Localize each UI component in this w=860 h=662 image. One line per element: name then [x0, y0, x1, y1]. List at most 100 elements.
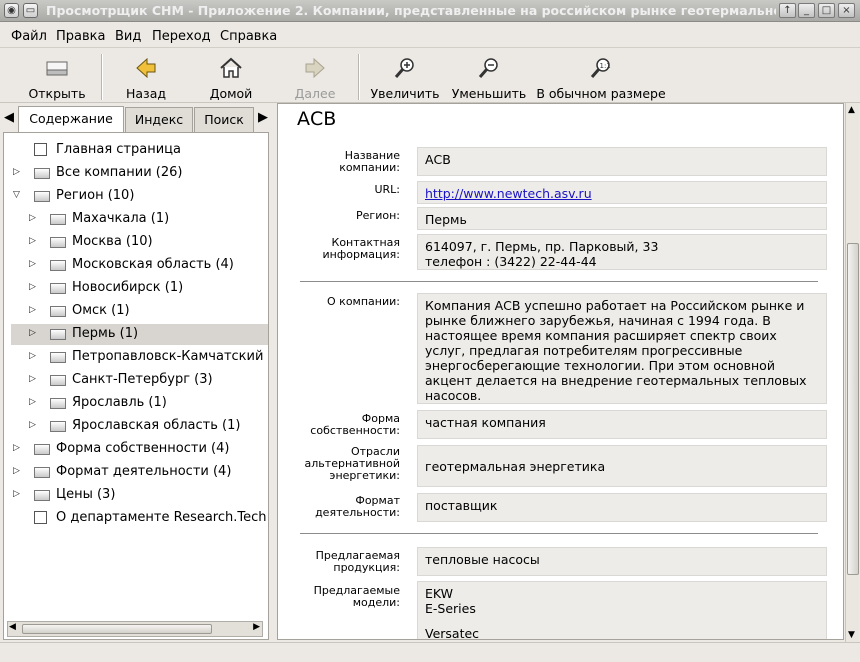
book-icon: [34, 191, 50, 202]
help-icon[interactable]: ↑: [779, 3, 796, 18]
tree-item-label: Махачкала (1): [72, 211, 170, 226]
scroll-down-icon[interactable]: ▼: [848, 630, 855, 640]
tree-item-label: Москва (10): [72, 234, 153, 249]
zoom-in-button[interactable]: Увеличить: [368, 54, 442, 101]
toolbar: Открыть Назад Домой Далее Увеличить Умен…: [0, 50, 860, 103]
about-label: О компании:: [327, 295, 400, 308]
tree-item[interactable]: ▷ Цены (3): [4, 485, 254, 506]
expand-arrow-icon[interactable]: ▷: [29, 236, 36, 246]
expand-arrow-icon[interactable]: ▷: [13, 167, 20, 177]
tab-index[interactable]: Индекс: [125, 107, 193, 132]
expand-arrow-icon[interactable]: ▷: [29, 328, 36, 338]
pane-splitter[interactable]: [270, 106, 276, 642]
close-icon[interactable]: ×: [838, 3, 855, 18]
tree-item[interactable]: ▷ Московская область (4): [4, 255, 254, 276]
tab-search[interactable]: Поиск: [194, 107, 254, 132]
menu-edit[interactable]: Правка: [56, 29, 105, 44]
model-item: Versatec: [425, 626, 480, 640]
tree-item[interactable]: ▷ Ярославская область (1): [4, 416, 254, 437]
menu-file[interactable]: Файл: [11, 29, 47, 44]
maximize-icon[interactable]: □: [818, 3, 835, 18]
tree-item[interactable]: Главная страница: [4, 140, 254, 161]
region-value: Пермь: [417, 207, 827, 230]
tree-item-label: Цены (3): [56, 487, 116, 502]
tree-item[interactable]: ▷ Ярославль (1): [4, 393, 254, 414]
tree-item[interactable]: ▷ Форма собственности (4): [4, 439, 254, 460]
tree-item-label: Новосибирск (1): [72, 280, 184, 295]
expand-arrow-icon[interactable]: ▷: [29, 374, 36, 384]
tree-item[interactable]: ▷ Москва (10): [4, 232, 254, 253]
content-pane: АСВ Название компании: АСВ URL: http://w…: [277, 103, 844, 640]
tree-item[interactable]: ▽ Регион (10): [4, 186, 254, 207]
menu-view[interactable]: Вид: [115, 29, 141, 44]
app-icon[interactable]: ◉: [4, 3, 19, 18]
expanded-arrow-icon[interactable]: ▽: [13, 190, 20, 200]
expand-arrow-icon[interactable]: ▷: [29, 305, 36, 315]
open-label: Открыть: [28, 86, 86, 101]
tree-item[interactable]: ▷ Формат деятельности (4): [4, 462, 254, 483]
scroll-up-icon[interactable]: ▲: [848, 105, 855, 115]
tab-scroll-right-icon[interactable]: ▶: [258, 110, 268, 125]
expand-arrow-icon[interactable]: ▷: [29, 259, 36, 269]
company-name-label: Название компании:: [339, 149, 400, 174]
minimize-icon[interactable]: _: [798, 3, 815, 18]
tree-item[interactable]: ▷ Пермь (1): [11, 324, 268, 345]
products-label: Предлагаемая продукция:: [315, 549, 400, 574]
scroll-left-icon[interactable]: ◀: [9, 622, 16, 632]
forward-arrow-icon: [305, 57, 325, 79]
contact-label: Контактная информация:: [322, 236, 400, 261]
title-bar: ◉ ▭ Просмотрщик CHM - Приложение 2. Комп…: [0, 0, 860, 22]
tree-item[interactable]: ▷ Петропавловск-Камчатский (2: [4, 347, 268, 368]
page-icon: [34, 511, 47, 524]
expand-arrow-icon[interactable]: ▷: [29, 282, 36, 292]
window-menu-icon[interactable]: ▭: [23, 3, 38, 18]
contact-value: 614097, г. Пермь, пр. Парковый, 33 телеф…: [417, 234, 827, 270]
expand-arrow-icon[interactable]: ▷: [29, 420, 36, 430]
tree-item-label: О департаменте Research.Tech: [56, 510, 267, 525]
expand-arrow-icon[interactable]: ▷: [29, 397, 36, 407]
expand-arrow-icon[interactable]: ▷: [13, 489, 20, 499]
scroll-thumb[interactable]: [847, 243, 859, 575]
menu-go[interactable]: Переход: [152, 29, 211, 44]
tab-scroll-left-icon[interactable]: ◀: [4, 110, 14, 125]
contents-tree: Главная страница ▷ Все компании (26) ▽ Регио…: [3, 132, 269, 640]
tab-contents[interactable]: Содержание: [18, 106, 124, 133]
contact-address: 614097, г. Пермь, пр. Парковый, 33: [425, 239, 659, 254]
scroll-right-icon[interactable]: ▶: [253, 622, 260, 632]
svg-text:1:1: 1:1: [600, 62, 611, 70]
forward-button[interactable]: Далее: [288, 54, 342, 101]
industry-value: геотермальная энергетика: [417, 445, 827, 487]
tree-item[interactable]: ▷ Омск (1): [4, 301, 254, 322]
book-icon: [50, 352, 66, 363]
book-icon: [50, 306, 66, 317]
tree-item[interactable]: ▷ Все компании (26): [4, 163, 254, 184]
models-value: EKW E-Series Versatec: [417, 581, 827, 640]
tree-item[interactable]: ▷ Новосибирск (1): [4, 278, 254, 299]
tree-horizontal-scrollbar[interactable]: ◀ ▶: [7, 621, 263, 637]
expand-arrow-icon[interactable]: ▷: [13, 443, 20, 453]
company-url-link[interactable]: http://www.newtech.asv.ru: [425, 186, 592, 201]
zoom-reset-icon: 1:1: [590, 58, 611, 78]
open-button[interactable]: Открыть: [22, 54, 92, 101]
tree-item[interactable]: ▷ Санкт-Петербург (3): [4, 370, 254, 391]
actual-size-button[interactable]: 1:1 В обычном размере: [535, 54, 667, 101]
actual-size-label: В обычном размере: [536, 86, 666, 101]
content-vertical-scrollbar[interactable]: ▲ ▼: [845, 103, 859, 642]
toolbar-separator: [101, 54, 103, 100]
back-label: Назад: [125, 86, 166, 101]
window-title: Просмотрщик CHM - Приложение 2. Компании…: [46, 3, 776, 18]
scroll-thumb[interactable]: [22, 624, 212, 634]
activity-label: Формат деятельности:: [315, 494, 400, 519]
tree-item-label: Главная страница: [56, 142, 181, 157]
back-button[interactable]: Назад: [118, 54, 174, 101]
book-icon: [34, 444, 50, 455]
tree-item[interactable]: ▷ Махачкала (1): [4, 209, 254, 230]
zoom-out-button[interactable]: Уменьшить: [450, 54, 528, 101]
expand-arrow-icon[interactable]: ▷: [29, 213, 36, 223]
expand-arrow-icon[interactable]: ▷: [29, 351, 36, 361]
tree-item-label: Форма собственности (4): [56, 441, 230, 456]
expand-arrow-icon[interactable]: ▷: [13, 466, 20, 476]
menu-help[interactable]: Справка: [220, 29, 277, 44]
tree-item[interactable]: О департаменте Research.Tech: [4, 508, 267, 529]
home-button[interactable]: Домой: [202, 54, 260, 101]
